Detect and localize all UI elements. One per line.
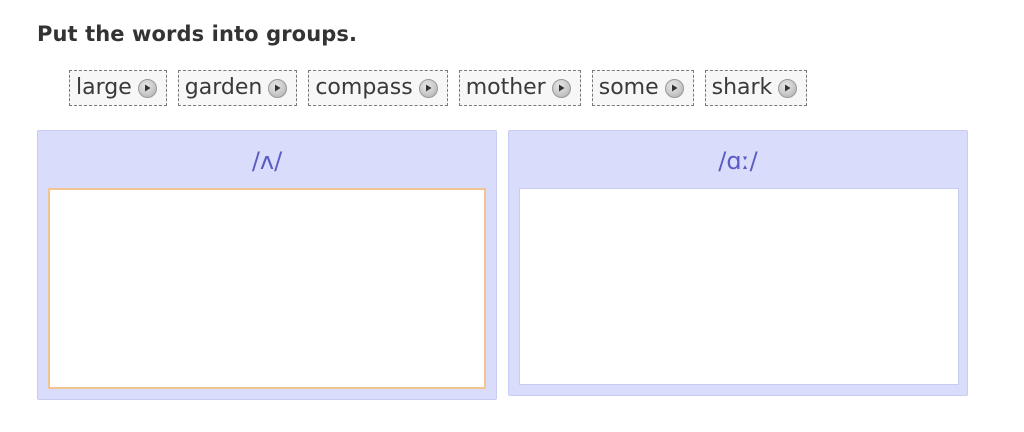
word-label: mother	[465, 75, 546, 100]
group-header: /ʌ/	[251, 147, 283, 175]
group-long-a: /ɑː/	[508, 130, 968, 396]
word-tile-shark[interactable]: shark	[704, 70, 808, 106]
drop-zone-short-u[interactable]	[48, 188, 486, 389]
word-label: shark	[711, 75, 773, 100]
instruction-text: Put the words into groups.	[37, 22, 358, 46]
word-tile-garden[interactable]: garden	[177, 70, 298, 106]
group-short-u: /ʌ/	[37, 130, 497, 400]
play-audio-icon[interactable]	[551, 78, 571, 98]
word-sorting-activity: Put the words into groups. large garden …	[0, 0, 1024, 432]
word-tile-some[interactable]: some	[591, 70, 694, 106]
word-label: large	[76, 75, 132, 100]
word-tile-mother[interactable]: mother	[458, 70, 581, 106]
play-audio-icon[interactable]	[778, 78, 798, 98]
group-header: /ɑː/	[718, 147, 758, 175]
word-bank: large garden compass mother some shark	[69, 70, 808, 106]
word-label: compass	[315, 75, 413, 100]
play-audio-icon[interactable]	[137, 78, 157, 98]
play-audio-icon[interactable]	[664, 78, 684, 98]
word-label: garden	[184, 75, 263, 100]
word-label: some	[598, 75, 659, 100]
drop-zone-long-a[interactable]	[519, 188, 959, 385]
word-tile-compass[interactable]: compass	[308, 70, 448, 106]
word-tile-large[interactable]: large	[69, 70, 167, 106]
play-audio-icon[interactable]	[418, 78, 438, 98]
play-audio-icon[interactable]	[268, 78, 288, 98]
